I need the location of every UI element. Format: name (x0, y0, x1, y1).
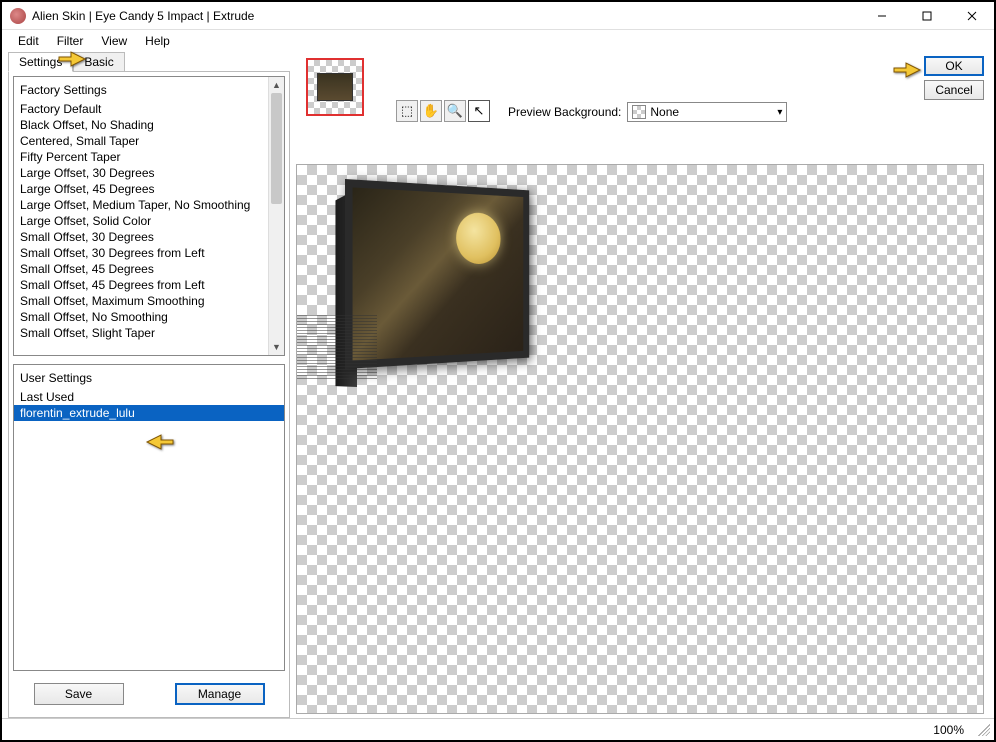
list-item[interactable]: Small Offset, Maximum Smoothing (14, 293, 284, 309)
menubar: Edit Filter View Help (2, 30, 994, 52)
list-item[interactable]: Small Offset, Slight Taper (14, 325, 284, 341)
manage-button[interactable]: Manage (175, 683, 265, 705)
minimize-button[interactable] (859, 3, 904, 29)
list-item[interactable]: florentin_extrude_lulu (14, 405, 284, 421)
zoom-tool-icon[interactable]: 🔍 (444, 100, 466, 122)
list-item[interactable]: Large Offset, 45 Degrees (14, 181, 284, 197)
app-icon (10, 8, 26, 24)
list-item[interactable]: Small Offset, 30 Degrees (14, 229, 284, 245)
list-item[interactable]: Large Offset, Solid Color (14, 213, 284, 229)
scroll-down-icon[interactable]: ▼ (269, 339, 284, 355)
resize-grip-icon[interactable] (978, 724, 990, 736)
transparency-swatch-icon (632, 105, 646, 119)
save-button[interactable]: Save (34, 683, 124, 705)
list-item[interactable]: Large Offset, Medium Taper, No Smoothing (14, 197, 284, 213)
user-settings-list[interactable]: User SettingsLast Usedflorentin_extrude_… (13, 364, 285, 671)
minimize-icon (877, 11, 887, 21)
tab-basic[interactable]: Basic (73, 52, 124, 72)
factory-settings-header: Factory Settings (14, 79, 284, 101)
preview-canvas[interactable]: claudia (296, 164, 984, 714)
scrollbar[interactable]: ▲ ▼ (268, 77, 284, 355)
factory-settings-list[interactable]: Factory Settings Factory DefaultBlack Of… (13, 76, 285, 356)
menu-filter[interactable]: Filter (49, 32, 92, 50)
marquee-tool-icon[interactable]: ⬚ (396, 100, 418, 122)
list-item[interactable]: Black Offset, No Shading (14, 117, 284, 133)
menu-help[interactable]: Help (137, 32, 178, 50)
titlebar: Alien Skin | Eye Candy 5 Impact | Extrud… (2, 2, 994, 30)
menu-view[interactable]: View (93, 32, 135, 50)
right-panel: ⬚ ✋ 🔍 ↖ Preview Background: None ▾ OK Ca… (296, 52, 994, 718)
pointer-tool-icon[interactable]: ↖ (468, 100, 490, 122)
hand-tool-icon[interactable]: ✋ (420, 100, 442, 122)
list-item[interactable]: Last Used (14, 389, 284, 405)
list-item[interactable]: Small Offset, 45 Degrees from Left (14, 277, 284, 293)
window: Alien Skin | Eye Candy 5 Impact | Extrud… (0, 0, 996, 742)
preview-bg-value: None (650, 105, 679, 119)
close-button[interactable] (949, 3, 994, 29)
list-item[interactable]: Large Offset, 30 Degrees (14, 165, 284, 181)
list-item[interactable]: Fifty Percent Taper (14, 149, 284, 165)
preview-bg-label: Preview Background: (508, 105, 621, 119)
close-icon (967, 11, 977, 21)
scroll-up-icon[interactable]: ▲ (269, 77, 284, 93)
list-item[interactable]: Centered, Small Taper (14, 133, 284, 149)
preview-thumbnail[interactable] (306, 58, 364, 116)
pointer-annotation-icon (892, 58, 922, 80)
menu-edit[interactable]: Edit (10, 32, 47, 50)
ok-button[interactable]: OK (924, 56, 984, 76)
tab-settings[interactable]: Settings (8, 52, 73, 72)
chevron-down-icon: ▾ (773, 107, 786, 118)
thumbnail-image (317, 73, 353, 101)
list-item[interactable]: Small Offset, 45 Degrees (14, 261, 284, 277)
cancel-button[interactable]: Cancel (924, 80, 984, 100)
maximize-button[interactable] (904, 3, 949, 29)
zoom-level: 100% (933, 723, 964, 737)
preview-bg-select[interactable]: None ▾ (627, 102, 787, 122)
user-settings-header: User Settings (14, 367, 284, 389)
statusbar: 100% (2, 718, 994, 740)
list-item[interactable]: Factory Default (14, 101, 284, 117)
extrude-preview-image (301, 171, 581, 401)
left-panel: Settings Basic Factory Settings Factory … (2, 52, 296, 718)
window-title: Alien Skin | Eye Candy 5 Impact | Extrud… (32, 9, 859, 23)
scroll-thumb[interactable] (271, 93, 282, 204)
maximize-icon (922, 11, 932, 21)
list-item[interactable]: Small Offset, 30 Degrees from Left (14, 245, 284, 261)
list-item[interactable]: Small Offset, No Smoothing (14, 309, 284, 325)
